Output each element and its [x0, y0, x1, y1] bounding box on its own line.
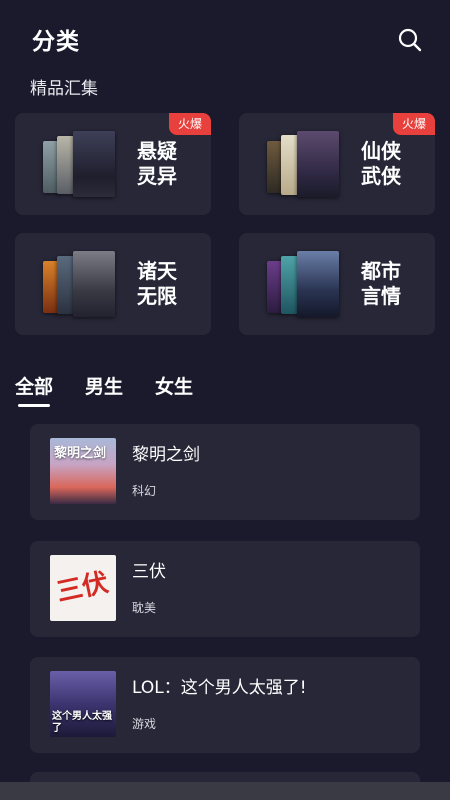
- book-title: LOL：这个男人太强了!: [132, 678, 307, 698]
- book-cover-text: 三伏: [53, 567, 112, 609]
- mini-cover: [73, 251, 115, 317]
- mini-cover: [73, 131, 115, 197]
- tab-male[interactable]: 男生: [85, 372, 123, 399]
- active-tab-indicator: [18, 404, 50, 407]
- bottom-bar: [0, 782, 450, 800]
- book-cover: 三伏: [50, 555, 116, 621]
- tab-all[interactable]: 全部: [15, 372, 53, 399]
- category-name: 仙侠 武侠: [361, 139, 401, 188]
- category-cover-stack: [43, 251, 115, 317]
- book-cover: 黎明之剑: [50, 438, 116, 504]
- book-list-item[interactable]: 三伏 三伏 耽美: [30, 541, 420, 637]
- category-cover-stack: [267, 251, 339, 317]
- book-cover-text: 这个男人太强了: [52, 711, 112, 734]
- category-cover-stack: [267, 131, 339, 197]
- book-list-item[interactable]: 黎明之剑 黎明之剑 科幻: [30, 424, 420, 520]
- book-cover-text: 黎明之剑: [54, 446, 107, 461]
- category-card-xianxia[interactable]: 仙侠 武侠 火爆: [239, 113, 435, 215]
- gender-tabs: 全部 男生 女生: [0, 368, 450, 412]
- book-list-item[interactable]: 这个男人太强了 LOL：这个男人太强了! 游戏: [30, 657, 420, 753]
- hot-badge: 火爆: [169, 113, 211, 135]
- category-name: 悬疑 灵异: [137, 139, 177, 188]
- category-card-suspense[interactable]: 悬疑 灵异 火爆: [15, 113, 211, 215]
- search-icon[interactable]: [396, 26, 424, 54]
- category-name: 诸天 无限: [137, 259, 177, 308]
- hot-badge: 火爆: [393, 113, 435, 135]
- book-title: 三伏: [132, 562, 166, 582]
- tab-female[interactable]: 女生: [155, 372, 193, 399]
- category-card-infinite[interactable]: 诸天 无限: [15, 233, 211, 335]
- mini-cover: [297, 251, 339, 317]
- book-tag: 游戏: [132, 717, 157, 731]
- page-title: 分类: [32, 29, 80, 55]
- book-cover: 这个男人太强了: [50, 671, 116, 737]
- category-cover-stack: [43, 131, 115, 197]
- mini-cover: [297, 131, 339, 197]
- book-title: 黎明之剑: [132, 445, 200, 465]
- category-name: 都市 言情: [361, 259, 401, 308]
- featured-section-label: 精品汇集: [30, 79, 98, 99]
- category-card-urban[interactable]: 都市 言情: [239, 233, 435, 335]
- app-header: 分类: [0, 0, 450, 70]
- book-tag: 耽美: [132, 601, 157, 615]
- book-tag: 科幻: [132, 484, 157, 498]
